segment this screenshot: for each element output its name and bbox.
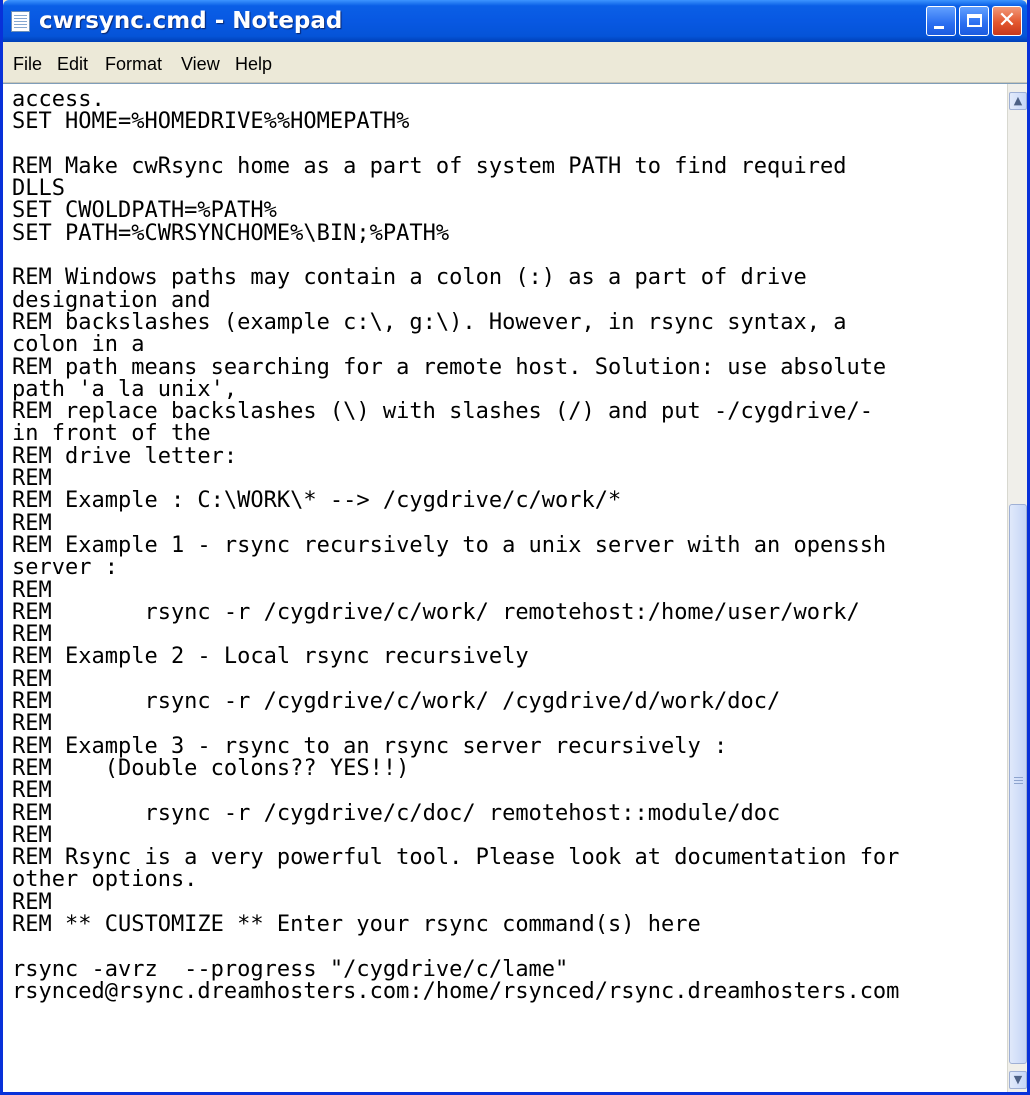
menu-help[interactable]: Help	[235, 54, 272, 75]
vertical-scrollbar[interactable]: ▲ ▼	[1007, 84, 1027, 1092]
editor-text[interactable]: access. SET HOME=%HOMEDRIVE%%HOMEPATH% R…	[12, 89, 1006, 1003]
minimize-button[interactable]	[926, 6, 956, 36]
maximize-button[interactable]	[959, 6, 989, 36]
title-bar[interactable]: cwrsync.cmd - Notepad ✕	[3, 0, 1027, 42]
notepad-icon[interactable]	[11, 11, 30, 32]
menu-bar: File Edit Format View Help	[3, 42, 1027, 83]
menu-edit[interactable]: Edit	[57, 54, 88, 75]
menu-file[interactable]: File	[13, 54, 42, 75]
scrollbar-thumb[interactable]	[1009, 504, 1027, 1064]
maximize-icon	[967, 14, 982, 27]
minimize-icon	[934, 26, 944, 29]
menu-format[interactable]: Format	[105, 54, 162, 75]
menu-view[interactable]: View	[181, 54, 220, 75]
close-icon: ✕	[997, 8, 1017, 33]
scrollbar-grip-icon	[1014, 777, 1023, 784]
scroll-down-arrow-icon[interactable]: ▼	[1009, 1071, 1027, 1089]
window-title: cwrsync.cmd - Notepad	[39, 8, 343, 34]
scroll-up-arrow-icon[interactable]: ▲	[1009, 92, 1027, 110]
text-editor[interactable]: access. SET HOME=%HOMEDRIVE%%HOMEPATH% R…	[3, 83, 1027, 1092]
close-button[interactable]: ✕	[992, 6, 1022, 36]
notepad-window: cwrsync.cmd - Notepad ✕ File Edit Format…	[0, 0, 1030, 1095]
